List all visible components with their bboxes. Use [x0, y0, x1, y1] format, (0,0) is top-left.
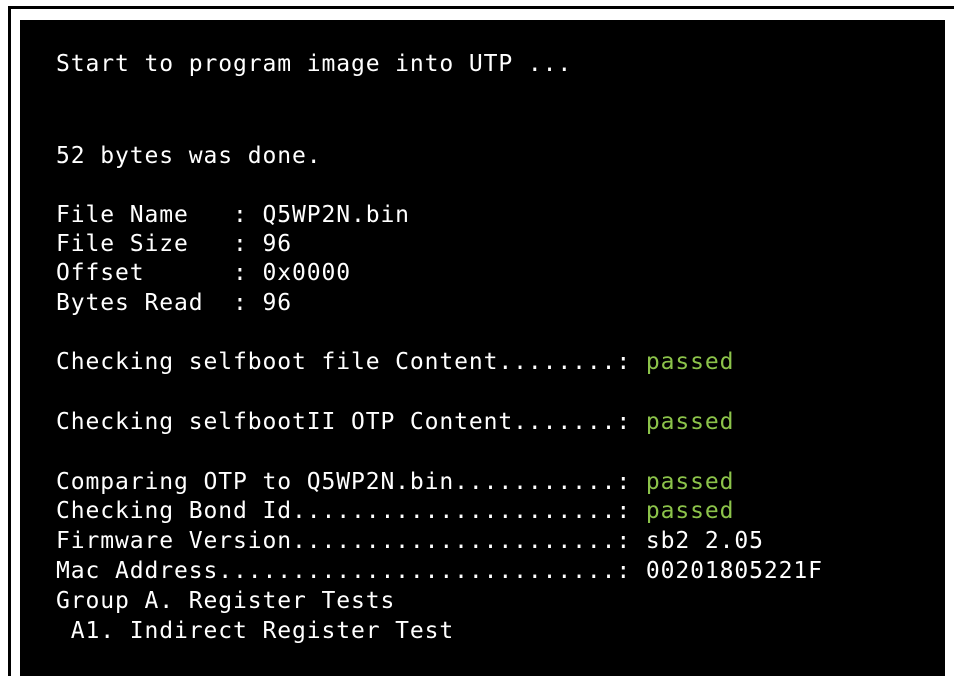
mac-value: 00201805221F: [645, 558, 823, 584]
compare-otp-label: Comparing OTP to Q5WP2N.bin...........:: [56, 469, 646, 495]
group-a-heading: Group A. Register Tests: [56, 588, 396, 614]
check-selfbootII-status: passed: [645, 409, 735, 435]
firmware-version-line: Firmware Version......................: …: [56, 526, 764, 556]
check-selfboot-label: Checking selfboot file Content........:: [56, 349, 646, 375]
mac-label: Mac Address...........................:: [56, 558, 646, 584]
mac-address-line: Mac Address...........................: …: [56, 556, 823, 586]
file-size-line: File Size : 96: [56, 231, 292, 257]
bytes-read-line: Bytes Read : 96: [56, 290, 292, 316]
check-selfboot-status: passed: [645, 349, 735, 375]
bond-id-line: Checking Bond Id......................: …: [56, 496, 734, 526]
done-message: 52 bytes was done.: [56, 143, 322, 169]
firmware-label: Firmware Version......................:: [56, 528, 646, 554]
compare-otp-line: Comparing OTP to Q5WP2N.bin...........: …: [56, 467, 734, 497]
frame-left-rule: [8, 6, 11, 676]
a1-test-line: A1. Indirect Register Test: [56, 618, 455, 644]
bond-id-label: Checking Bond Id......................:: [56, 498, 646, 524]
frame-top-rule: [8, 6, 954, 9]
start-message: Start to program image into UTP ...: [56, 51, 573, 77]
check-selfboot-line: Checking selfboot file Content........: …: [56, 347, 734, 377]
bond-id-status: passed: [645, 498, 735, 524]
check-selfbootII-label: Checking selfbootII OTP Content.......:: [56, 409, 646, 435]
compare-otp-status: passed: [645, 469, 735, 495]
offset-line: Offset : 0x0000: [56, 260, 351, 286]
terminal-window: Start to program image into UTP ... 52 b…: [20, 20, 945, 676]
check-selfbootII-line: Checking selfbootII OTP Content.......: …: [56, 407, 734, 437]
file-name-line: File Name : Q5WP2N.bin: [56, 202, 410, 228]
firmware-value: sb2 2.05: [645, 528, 764, 554]
